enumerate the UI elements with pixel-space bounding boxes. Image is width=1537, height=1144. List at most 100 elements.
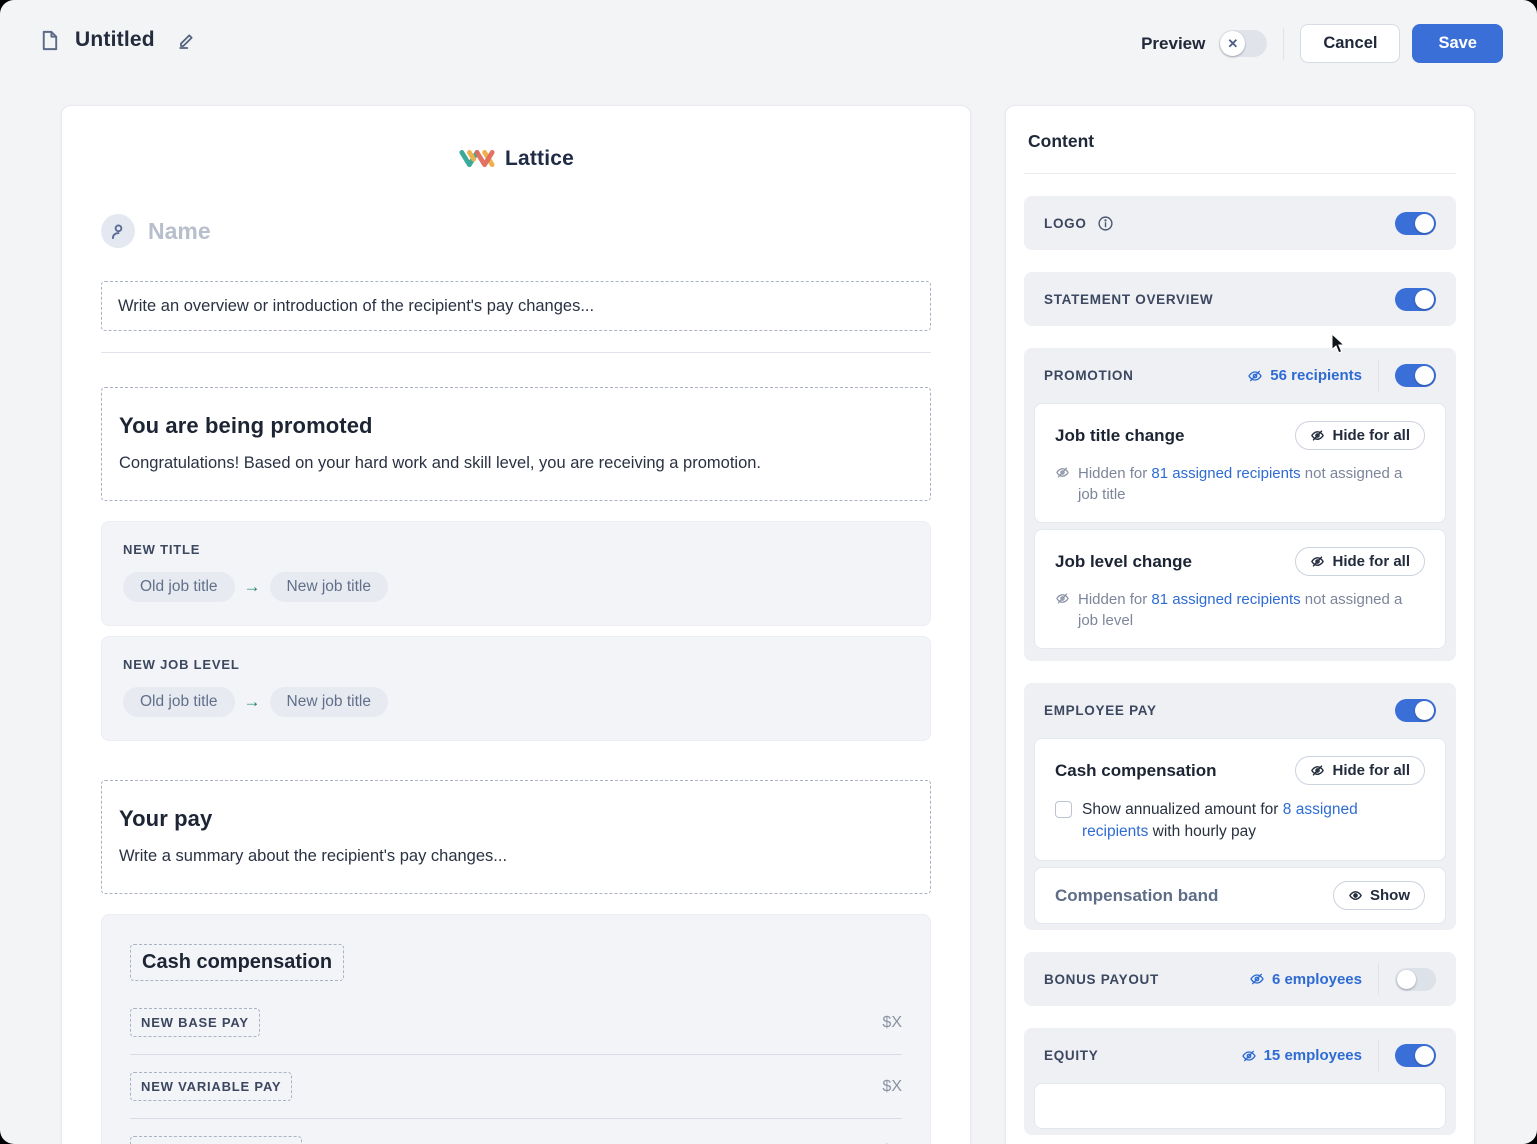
promotion-heading: You are being promoted (119, 413, 913, 439)
cancel-button[interactable]: Cancel (1300, 24, 1400, 63)
equity-settings-card (1034, 1083, 1446, 1129)
table-row: NEW VARIABLE PAY $X (130, 1055, 902, 1119)
arrow-right-icon: → (244, 577, 261, 597)
eye-off-icon (1055, 591, 1070, 631)
hide-for-all-button[interactable]: Hide for all (1295, 421, 1425, 450)
new-bonus-target-label[interactable]: NEW BONUS TARGET (130, 1136, 302, 1144)
compensation-band-title: Compensation band (1055, 886, 1218, 906)
equity-label: EQUITY (1044, 1048, 1098, 1063)
new-job-level-card: NEW JOB LEVEL Old job title → New job ti… (101, 636, 931, 741)
content-panel-title: Content (1024, 106, 1456, 174)
job-title-change-title: Job title change (1055, 426, 1184, 446)
avatar (101, 214, 135, 248)
job-title-change-card: Job title change Hide for all Hidden for… (1034, 403, 1446, 523)
recipient-name-field[interactable]: Name (101, 214, 931, 248)
topbar-divider (1283, 28, 1284, 60)
page-title: Untitled (75, 28, 155, 52)
preview-toggle[interactable]: ✕ (1219, 30, 1267, 57)
top-bar: Untitled Preview ✕ Cancel Save (0, 0, 1537, 88)
overview-input[interactable]: Write an overview or introduction of the… (101, 281, 931, 331)
employee-pay-label: EMPLOYEE PAY (1044, 703, 1157, 718)
eye-off-icon (1241, 1048, 1257, 1064)
promotion-text-block[interactable]: You are being promoted Congratulations! … (101, 387, 931, 501)
compensation-band-card: Compensation band Show (1034, 867, 1446, 924)
employee-pay-toggle[interactable] (1395, 699, 1436, 722)
your-pay-text-block[interactable]: Your pay Write a summary about the recip… (101, 780, 931, 894)
info-icon[interactable] (1097, 215, 1114, 232)
statement-overview-toggle[interactable] (1395, 288, 1436, 311)
promotion-section: PROMOTION 56 recipients Job title change (1024, 348, 1456, 661)
eye-off-icon (1310, 763, 1325, 778)
preview-label: Preview (1141, 34, 1205, 54)
statement-overview-label: STATEMENT OVERVIEW (1044, 292, 1213, 307)
cash-compensation-settings-card: Cash compensation Hide for all Show annu… (1034, 738, 1446, 861)
new-variable-pay-label[interactable]: NEW VARIABLE PAY (130, 1072, 292, 1101)
promotion-body: Congratulations! Based on your hard work… (119, 454, 913, 473)
hidden-note: Hidden for 81 assigned recipients not as… (1055, 589, 1425, 631)
preview-toggle-knob: ✕ (1220, 31, 1245, 56)
eye-off-icon (1310, 554, 1325, 569)
bonus-payout-label: BONUS PAYOUT (1044, 972, 1159, 987)
edit-title-icon[interactable] (177, 31, 196, 50)
lattice-logo-icon (458, 146, 496, 172)
document-icon (38, 29, 61, 52)
new-job-level-label: NEW JOB LEVEL (123, 657, 909, 672)
new-job-level-pill: New job title (270, 687, 388, 717)
eye-icon (1348, 888, 1363, 903)
table-row: NEW BASE PAY $X (130, 991, 902, 1055)
bonus-payout-row: BONUS PAYOUT 6 employees (1024, 952, 1456, 1006)
old-job-title-pill: Old job title (123, 572, 235, 602)
eye-off-icon (1247, 368, 1263, 384)
section-divider (1378, 963, 1379, 995)
promotion-recipients-link[interactable]: 56 recipients (1247, 367, 1362, 384)
new-base-pay-label[interactable]: NEW BASE PAY (130, 1008, 260, 1037)
content-settings-panel: Content LOGO STATEMENT OVERVIEW PROMOTIO… (1005, 105, 1475, 1144)
new-base-pay-value: $X (882, 1014, 902, 1032)
equity-employees-link[interactable]: 15 employees (1241, 1047, 1362, 1064)
overview-placeholder: Write an overview or introduction of the… (118, 297, 594, 316)
section-divider (1378, 1040, 1379, 1072)
your-pay-placeholder: Write a summary about the recipient's pa… (119, 847, 913, 866)
show-button[interactable]: Show (1333, 881, 1425, 910)
logo-label: LOGO (1044, 216, 1087, 231)
job-level-change-card: Job level change Hide for all Hidden for… (1034, 529, 1446, 649)
logo-row: LOGO (1024, 196, 1456, 250)
new-job-title-pill: New job title (270, 572, 388, 602)
bonus-employees-link[interactable]: 6 employees (1249, 971, 1362, 988)
cash-compensation-heading: Cash compensation (142, 951, 332, 973)
annualized-amount-option: Show annualized amount for 8 assigned re… (1055, 799, 1425, 843)
promotion-label: PROMOTION (1044, 368, 1134, 383)
assigned-recipients-link[interactable]: 81 assigned recipients (1151, 591, 1300, 608)
divider (101, 352, 931, 353)
app-window: Untitled Preview ✕ Cancel Save (0, 0, 1537, 1144)
bonus-payout-toggle[interactable] (1395, 968, 1436, 991)
section-divider (1378, 360, 1379, 392)
equity-toggle[interactable] (1395, 1044, 1436, 1067)
logo-toggle[interactable] (1395, 212, 1436, 235)
statement-editor-panel: Lattice Name Write an overview or introd… (61, 105, 971, 1144)
assigned-recipients-link[interactable]: 81 assigned recipients (1151, 465, 1300, 482)
brand-wordmark: Lattice (505, 147, 574, 171)
hide-for-all-button[interactable]: Hide for all (1295, 756, 1425, 785)
cash-compensation-heading-box[interactable]: Cash compensation (130, 944, 344, 981)
brand-logo: Lattice (101, 144, 931, 174)
hide-for-all-button[interactable]: Hide for all (1295, 547, 1425, 576)
name-placeholder: Name (148, 218, 211, 245)
cash-compensation-card: Cash compensation NEW BASE PAY $X NEW VA… (101, 914, 931, 1144)
job-level-change-title: Job level change (1055, 552, 1192, 572)
arrow-right-icon: → (244, 692, 261, 712)
promotion-toggle[interactable] (1395, 364, 1436, 387)
cash-compensation-title: Cash compensation (1055, 761, 1217, 781)
employee-pay-section: EMPLOYEE PAY Cash compensation Hide for … (1024, 683, 1456, 930)
eye-off-icon (1249, 971, 1265, 987)
eye-off-icon (1055, 465, 1070, 505)
new-title-label: NEW TITLE (123, 542, 909, 557)
new-variable-pay-value: $X (882, 1078, 902, 1096)
annualized-amount-checkbox[interactable] (1055, 801, 1072, 818)
save-button[interactable]: Save (1412, 24, 1503, 63)
equity-section: EQUITY 15 employees (1024, 1028, 1456, 1135)
your-pay-heading: Your pay (119, 806, 913, 832)
hidden-note: Hidden for 81 assigned recipients not as… (1055, 463, 1425, 505)
table-row: NEW BONUS TARGET $X (130, 1119, 902, 1144)
close-icon: ✕ (1227, 36, 1238, 52)
